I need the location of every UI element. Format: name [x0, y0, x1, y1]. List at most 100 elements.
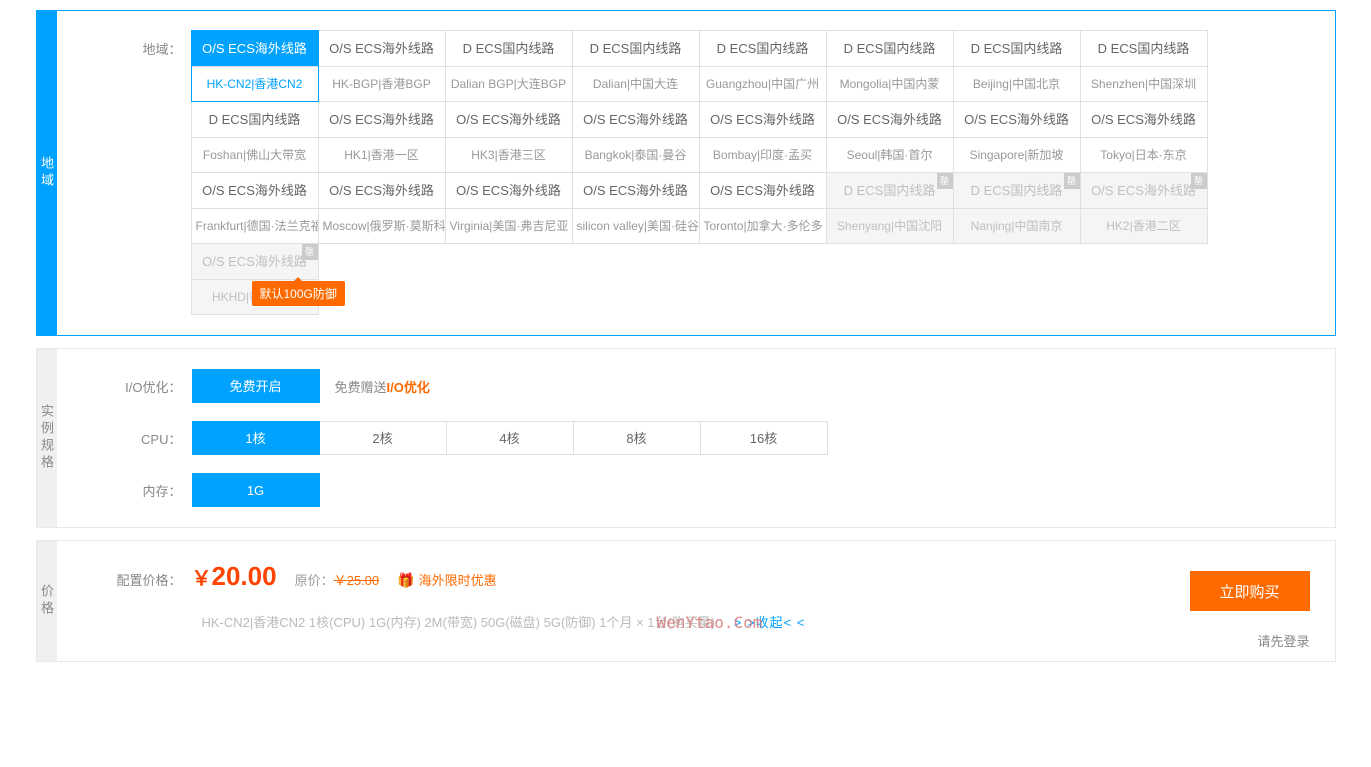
- region-option[interactable]: D ECS国内线路Guangzhou|中国广州: [699, 30, 827, 102]
- buy-button[interactable]: 立即购买: [1190, 571, 1310, 611]
- region-location: Seoul|韩国·首尔: [827, 138, 953, 172]
- region-location: Mongolia|中国内蒙: [827, 67, 953, 101]
- region-option[interactable]: O/S ECS海外线路Seoul|韩国·首尔: [826, 101, 954, 173]
- region-label: 地域：: [82, 31, 192, 58]
- region-line-type: O/S ECS海外线路: [1081, 102, 1207, 138]
- region-option[interactable]: O/S ECS海外线路HK3|香港三区: [445, 101, 573, 173]
- region-option: D ECS国内线路Nanjing|中国南京罄: [953, 172, 1081, 244]
- region-location: Shenyang|中国沈阳: [827, 209, 953, 243]
- region-location: Nanjing|中国南京: [954, 209, 1080, 243]
- region-option[interactable]: O/S ECS海外线路Tokyo|日本·东京: [1080, 101, 1208, 173]
- region-line-type: O/S ECS海外线路: [1081, 173, 1207, 209]
- region-line-type: D ECS国内线路: [192, 102, 318, 138]
- region-location: Virginia|美国·弗吉尼亚: [446, 209, 572, 243]
- region-option[interactable]: O/S ECS海外线路Bangkok|泰国·曼谷: [572, 101, 700, 173]
- orig-price-label: 原价：: [295, 570, 334, 589]
- region-option[interactable]: O/S ECS海外线路Bombay|印度·孟买: [699, 101, 827, 173]
- region-option[interactable]: O/S ECS海外线路Virginia|美国·弗吉尼亚: [445, 172, 573, 244]
- config-summary: HK-CN2|香港CN2 1核(CPU) 1G(内存) 2M(带宽) 50G(磁…: [82, 612, 1310, 631]
- defense-tooltip: 默认100G防御: [252, 281, 345, 306]
- io-label: I/O优化：: [82, 369, 192, 396]
- region-location: silicon valley|美国·硅谷: [573, 209, 699, 243]
- region-option[interactable]: O/S ECS海外线路Toronto|加拿大·多伦多: [699, 172, 827, 244]
- gift-icon: 🎁: [397, 572, 414, 589]
- memory-options: 1G: [192, 473, 1310, 507]
- section-tab-region: 地域: [37, 11, 57, 335]
- cpu-label: CPU：: [82, 421, 192, 448]
- region-location: Singapore|新加坡: [954, 138, 1080, 172]
- region-location: HK2|香港二区: [1081, 209, 1207, 243]
- region-line-type: O/S ECS海外线路: [954, 102, 1080, 138]
- region-line-type: O/S ECS海外线路: [700, 173, 826, 209]
- login-hint[interactable]: 请先登录: [1190, 631, 1310, 650]
- region-location: HK-CN2|香港CN2: [192, 67, 318, 101]
- region-line-type: O/S ECS海外线路: [319, 173, 445, 209]
- section-tab-price: 价格: [37, 541, 57, 661]
- region-grid: O/S ECS海外线路HK-CN2|香港CN2O/S ECS海外线路HK-BGP…: [192, 31, 1310, 315]
- region-option[interactable]: D ECS国内线路Shenzhen|中国深圳: [1080, 30, 1208, 102]
- region-line-type: O/S ECS海外线路: [446, 173, 572, 209]
- cpu-options: 1核2核4核8核16核: [192, 421, 1310, 455]
- cpu-option[interactable]: 4核: [446, 421, 574, 455]
- cpu-option[interactable]: 1核: [192, 421, 320, 455]
- region-option[interactable]: D ECS国内线路Dalian BGP|大连BGP: [445, 30, 573, 102]
- region-location: Tokyo|日本·东京: [1081, 138, 1207, 172]
- region-line-type: O/S ECS海外线路: [192, 173, 318, 209]
- region-line-type: O/S ECS海外线路: [446, 102, 572, 138]
- region-line-type: O/S ECS海外线路: [192, 244, 318, 280]
- soldout-badge: 罄: [302, 244, 318, 260]
- region-location: Shenzhen|中国深圳: [1081, 67, 1207, 101]
- region-line-type: O/S ECS海外线路: [319, 31, 445, 67]
- collapse-toggle[interactable]: > >收起< <: [734, 615, 806, 630]
- region-line-type: D ECS国内线路: [954, 31, 1080, 67]
- io-enable-button[interactable]: 免费开启: [192, 369, 320, 403]
- region-line-type: D ECS国内线路: [827, 31, 953, 67]
- region-location: Frankfurt|德国·法兰克福: [192, 209, 318, 243]
- region-option[interactable]: D ECS国内线路Dalian|中国大连: [572, 30, 700, 102]
- cpu-option[interactable]: 2核: [319, 421, 447, 455]
- region-option[interactable]: O/S ECS海外线路HK-CN2|香港CN2: [191, 30, 319, 102]
- region-location: Bombay|印度·孟买: [700, 138, 826, 172]
- region-location: Bangkok|泰国·曼谷: [573, 138, 699, 172]
- region-line-type: D ECS国内线路: [1081, 31, 1207, 67]
- section-tab-spec: 实例规格: [37, 349, 57, 527]
- region-option[interactable]: D ECS国内线路Beijing|中国北京: [953, 30, 1081, 102]
- region-line-type: D ECS国内线路: [827, 173, 953, 209]
- region-line-type: O/S ECS海外线路: [827, 102, 953, 138]
- region-line-type: O/S ECS海外线路: [700, 102, 826, 138]
- orig-price: ￥25.00: [334, 570, 380, 589]
- region-location: HK1|香港一区: [319, 138, 445, 172]
- cpu-option[interactable]: 8核: [573, 421, 701, 455]
- region-option[interactable]: O/S ECS海外线路Singapore|新加坡: [953, 101, 1081, 173]
- region-location: Moscow|俄罗斯·莫斯科: [319, 209, 445, 243]
- region-line-type: O/S ECS海外线路: [573, 102, 699, 138]
- cpu-option[interactable]: 16核: [700, 421, 828, 455]
- region-option[interactable]: D ECS国内线路Mongolia|中国内蒙: [826, 30, 954, 102]
- region-location: Beijing|中国北京: [954, 67, 1080, 101]
- region-line-type: O/S ECS海外线路: [573, 173, 699, 209]
- region-location: Toronto|加拿大·多伦多: [700, 209, 826, 243]
- region-option: D ECS国内线路Shenyang|中国沈阳 罄: [826, 172, 954, 244]
- region-option[interactable]: O/S ECS海外线路Moscow|俄罗斯·莫斯科: [318, 172, 446, 244]
- region-option[interactable]: O/S ECS海外线路Frankfurt|德国·法兰克福: [191, 172, 319, 244]
- region-location: HK-BGP|香港BGP: [319, 67, 445, 101]
- price-label: 配置价格：: [82, 570, 192, 589]
- region-location: Guangzhou|中国广州: [700, 67, 826, 101]
- price-panel: 价格 配置价格： ￥20.00 原价： ￥25.00 🎁 海外限时优惠 HK-C…: [36, 540, 1336, 662]
- region-line-type: D ECS国内线路: [954, 173, 1080, 209]
- region-option: O/S ECS海外线路HK2|香港二区罄: [1080, 172, 1208, 244]
- region-line-type: D ECS国内线路: [446, 31, 572, 67]
- region-location: Dalian|中国大连: [573, 67, 699, 101]
- region-option[interactable]: D ECS国内线路Foshan|佛山大带宽: [191, 101, 319, 173]
- io-note: 免费赠送I/O优化: [335, 377, 430, 396]
- region-option[interactable]: O/S ECS海外线路silicon valley|美国·硅谷: [572, 172, 700, 244]
- memory-label: 内存：: [82, 473, 192, 500]
- region-location: Dalian BGP|大连BGP: [446, 67, 572, 101]
- promo-text: 海外限时优惠: [419, 570, 497, 589]
- memory-option[interactable]: 1G: [192, 473, 320, 507]
- region-option[interactable]: O/S ECS海外线路HK-BGP|香港BGP: [318, 30, 446, 102]
- region-location: HK3|香港三区: [446, 138, 572, 172]
- spec-panel: 实例规格 I/O优化： 免费开启 免费赠送I/O优化 CPU： 1核2核4核8核…: [36, 348, 1336, 528]
- region-option[interactable]: O/S ECS海外线路HK1|香港一区: [318, 101, 446, 173]
- soldout-badge: 罄: [937, 173, 953, 189]
